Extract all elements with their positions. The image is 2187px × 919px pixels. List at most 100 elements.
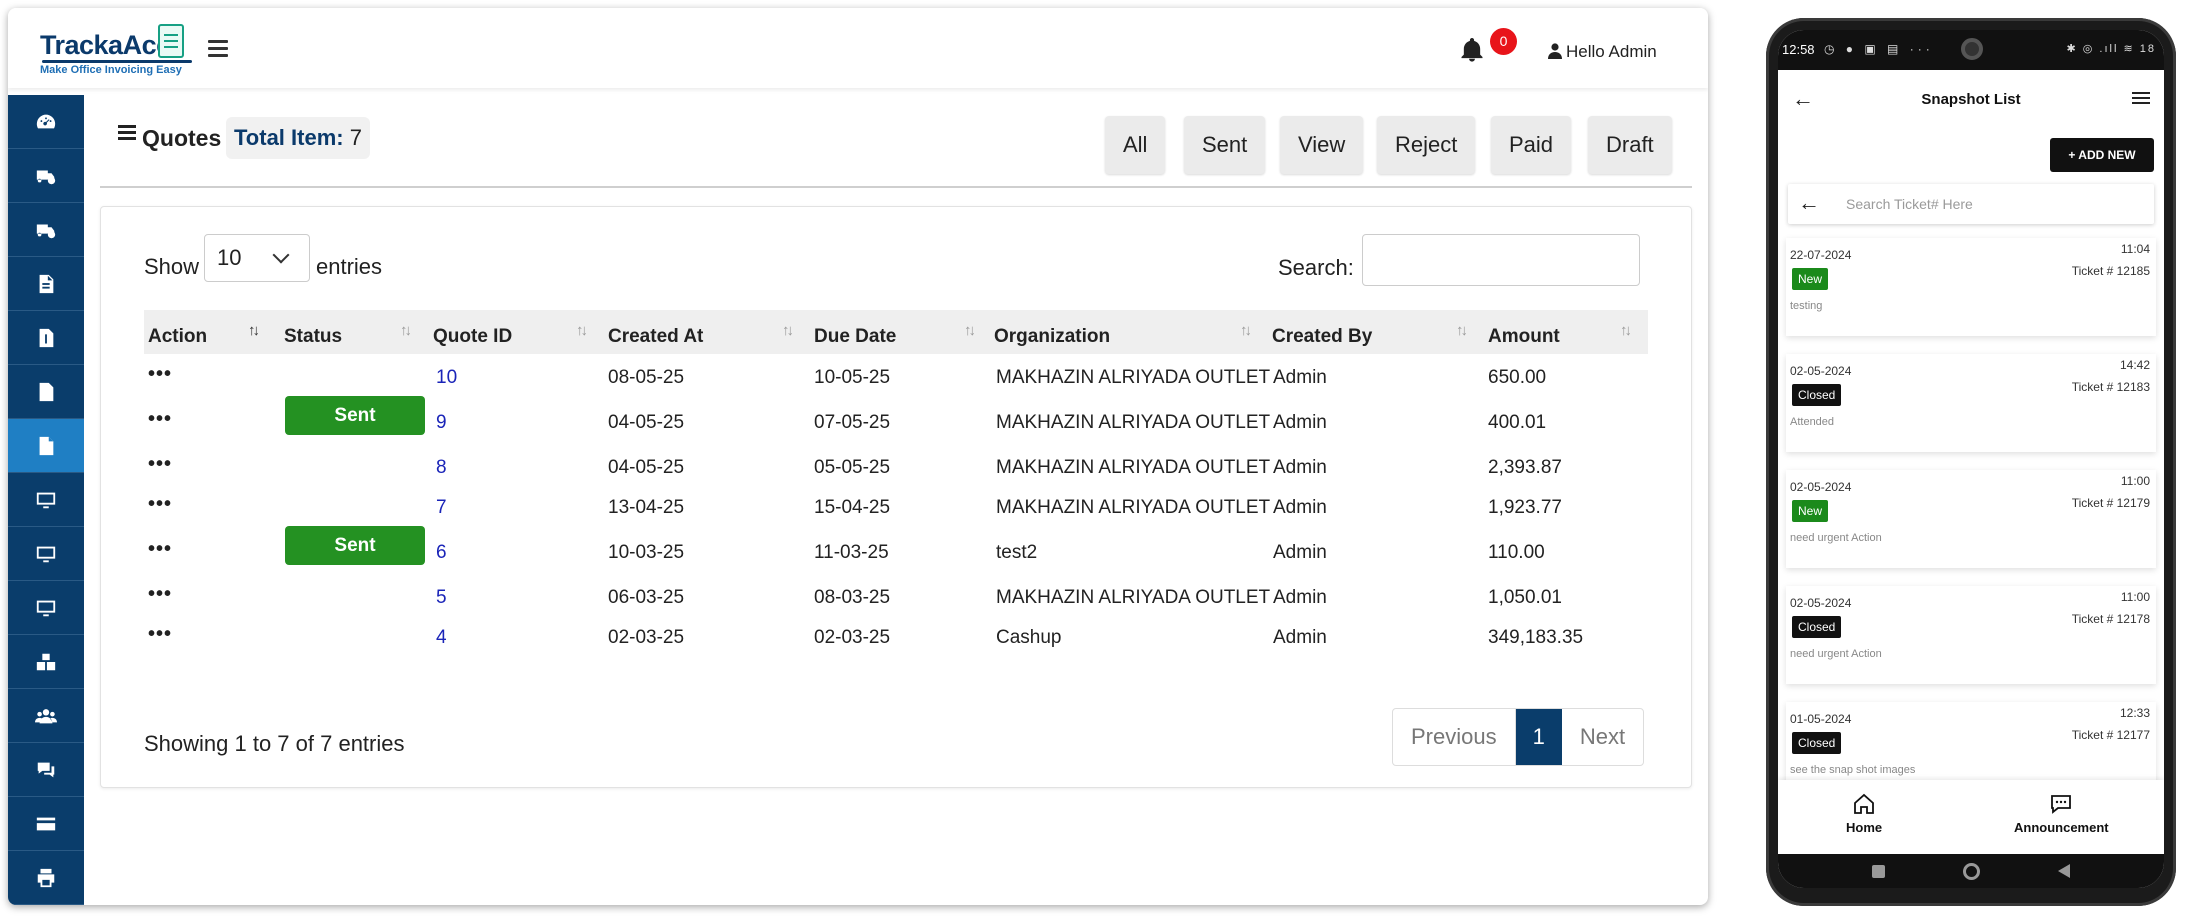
menu-toggle-icon[interactable] — [208, 40, 228, 61]
row-actions-button[interactable]: ••• — [148, 453, 172, 476]
sidebar-item-quotes[interactable] — [8, 419, 84, 473]
nav-home[interactable]: Home — [1846, 792, 1882, 835]
filter-sent-button[interactable]: Sent — [1184, 116, 1266, 174]
sidebar-item-monitor-1[interactable] — [8, 473, 84, 527]
sidebar-item-inventory[interactable] — [8, 635, 84, 689]
sort-icon[interactable]: ↑↓ — [1620, 322, 1632, 339]
row-actions-button[interactable]: ••• — [148, 583, 172, 606]
current-page-button[interactable]: 1 — [1515, 709, 1562, 765]
back-arrow-icon[interactable]: ← — [1798, 190, 1820, 216]
sort-icon[interactable]: ↑↓ — [782, 322, 794, 339]
quote-id-link[interactable]: 10 — [436, 367, 457, 389]
bell-icon[interactable] — [1458, 36, 1488, 66]
ticket-card[interactable]: 02-05-2024 11:00 Ticket # 12178 Closed n… — [1786, 586, 2156, 684]
ticket-card[interactable]: 02-05-2024 11:00 Ticket # 12179 New need… — [1786, 470, 2156, 568]
sort-icon[interactable]: ↑↓ — [964, 322, 976, 339]
home-icon — [1854, 793, 1874, 814]
row-actions-button[interactable]: ••• — [148, 408, 172, 431]
ticket-search-field[interactable]: ← Search Ticket# Here — [1788, 184, 2154, 224]
sort-icon[interactable]: ↑↓ — [1456, 322, 1468, 339]
due-date: 02-03-25 — [814, 627, 891, 648]
recents-icon[interactable] — [1872, 865, 1885, 878]
quote-id-link[interactable]: 9 — [436, 412, 447, 434]
pagination: Previous 1 Next — [1392, 708, 1645, 766]
col-created-by[interactable]: Created By — [1272, 326, 1372, 348]
sort-icon[interactable]: ↑↓ — [576, 322, 588, 339]
monitor-icon — [36, 546, 56, 562]
col-amount[interactable]: Amount — [1488, 326, 1560, 348]
sidebar-item-users[interactable] — [8, 689, 84, 743]
back-icon[interactable] — [2058, 864, 2070, 878]
quote-id-link[interactable]: 6 — [436, 542, 447, 564]
top-bar: TrackaAcc Make Office Invoicing Easy 0 H… — [8, 8, 1708, 88]
row-actions-button[interactable]: ••• — [148, 493, 172, 516]
add-new-button[interactable]: + ADD NEW — [2050, 138, 2154, 172]
sidebar-item-receipts[interactable] — [8, 311, 84, 365]
created-by: Admin — [1273, 367, 1327, 388]
sidebar-item-invoices[interactable] — [8, 257, 84, 311]
sidebar-item-monitor-2[interactable] — [8, 527, 84, 581]
search-input[interactable] — [1362, 234, 1640, 286]
col-status[interactable]: Status — [284, 326, 342, 348]
search-label: Search: — [1278, 255, 1354, 280]
row-actions-button[interactable]: ••• — [148, 363, 172, 386]
divider — [100, 186, 1692, 188]
ticket-card[interactable]: 02-05-2024 14:42 Ticket # 12183 Closed A… — [1786, 354, 2156, 452]
status-badge: Sent — [285, 396, 425, 435]
nav-announcement[interactable]: Announcement — [2014, 792, 2109, 835]
receipt-doc-icon — [39, 328, 54, 347]
organization: test2 — [996, 542, 1038, 563]
page-size-select[interactable]: 10 — [204, 234, 310, 282]
filter-draft-button[interactable]: Draft — [1588, 116, 1672, 174]
quote-id-link[interactable]: 7 — [436, 497, 447, 519]
ticket-card[interactable]: 22-07-2024 11:04 Ticket # 12185 New test… — [1786, 238, 2156, 336]
menu-icon[interactable] — [2132, 92, 2150, 107]
ticket-number: Ticket # 12179 — [2071, 496, 2150, 510]
sidebar-item-payments[interactable] — [8, 797, 84, 851]
filter-paid-button[interactable]: Paid — [1491, 116, 1572, 174]
nav-home-label: Home — [1846, 820, 1883, 835]
organization: MAKHAZIN ALRIYADA OUTLET — [996, 367, 1271, 388]
sort-icon[interactable]: ↑↓ — [248, 322, 260, 339]
sort-icon[interactable]: ↑↓ — [400, 322, 412, 339]
sidebar-item-dashboard[interactable] — [8, 95, 84, 149]
row-actions-button[interactable]: ••• — [148, 623, 172, 646]
phone-screen: 12:58 ◷ ● ▣ ▤ ··· ✱ ◎ .ıll ≋ 18 ← Snapsh… — [1778, 30, 2164, 888]
sidebar-item-print[interactable] — [8, 851, 84, 905]
created-at: 06-03-25 — [608, 587, 685, 608]
ticket-status-badge: New — [1792, 268, 1829, 290]
col-action[interactable]: Action — [148, 326, 207, 348]
col-quote-id[interactable]: Quote ID — [433, 326, 512, 348]
filter-all-button[interactable]: All — [1105, 116, 1166, 174]
app-logo[interactable]: TrackaAcc Make Office Invoicing Easy — [40, 20, 200, 78]
status-time: 12:58 — [1782, 42, 1815, 57]
quote-id-link[interactable]: 5 — [436, 587, 447, 609]
quote-id-link[interactable]: 4 — [436, 627, 447, 649]
col-created-at[interactable]: Created At — [608, 326, 703, 348]
amount: 1,050.01 — [1488, 587, 1562, 608]
home-button-icon[interactable] — [1963, 863, 1980, 880]
organization: MAKHAZIN ALRIYADA OUTLET — [996, 587, 1271, 608]
amount: 110.00 — [1488, 542, 1545, 563]
sidebar-item-truck-clock[interactable] — [8, 149, 84, 203]
col-due-date[interactable]: Due Date — [814, 326, 896, 348]
created-by: Admin — [1273, 412, 1327, 433]
sidebar-item-monitor-3[interactable] — [8, 581, 84, 635]
sidebar-item-support[interactable] — [8, 743, 84, 797]
previous-page-button[interactable]: Previous — [1393, 709, 1516, 765]
amount: 349,183.35 — [1488, 627, 1584, 648]
sidebar-item-truck-settings[interactable] — [8, 203, 84, 257]
row-actions-button[interactable]: ••• — [148, 538, 172, 561]
filter-view-button[interactable]: View — [1280, 116, 1364, 174]
sidebar-item-documents[interactable] — [8, 365, 84, 419]
ticket-date: 22-07-2024 — [1790, 248, 1852, 262]
sidebar — [8, 95, 84, 905]
sort-icon[interactable]: ↑↓ — [1240, 322, 1252, 339]
printer-icon — [37, 868, 55, 887]
quote-id-link[interactable]: 8 — [436, 457, 447, 479]
user-menu[interactable]: Hello Admin — [1548, 42, 1657, 62]
next-page-button[interactable]: Next — [1562, 709, 1643, 765]
filter-reject-button[interactable]: Reject — [1377, 116, 1476, 174]
truck-settings-icon — [36, 224, 56, 238]
col-organization[interactable]: Organization — [994, 326, 1110, 348]
